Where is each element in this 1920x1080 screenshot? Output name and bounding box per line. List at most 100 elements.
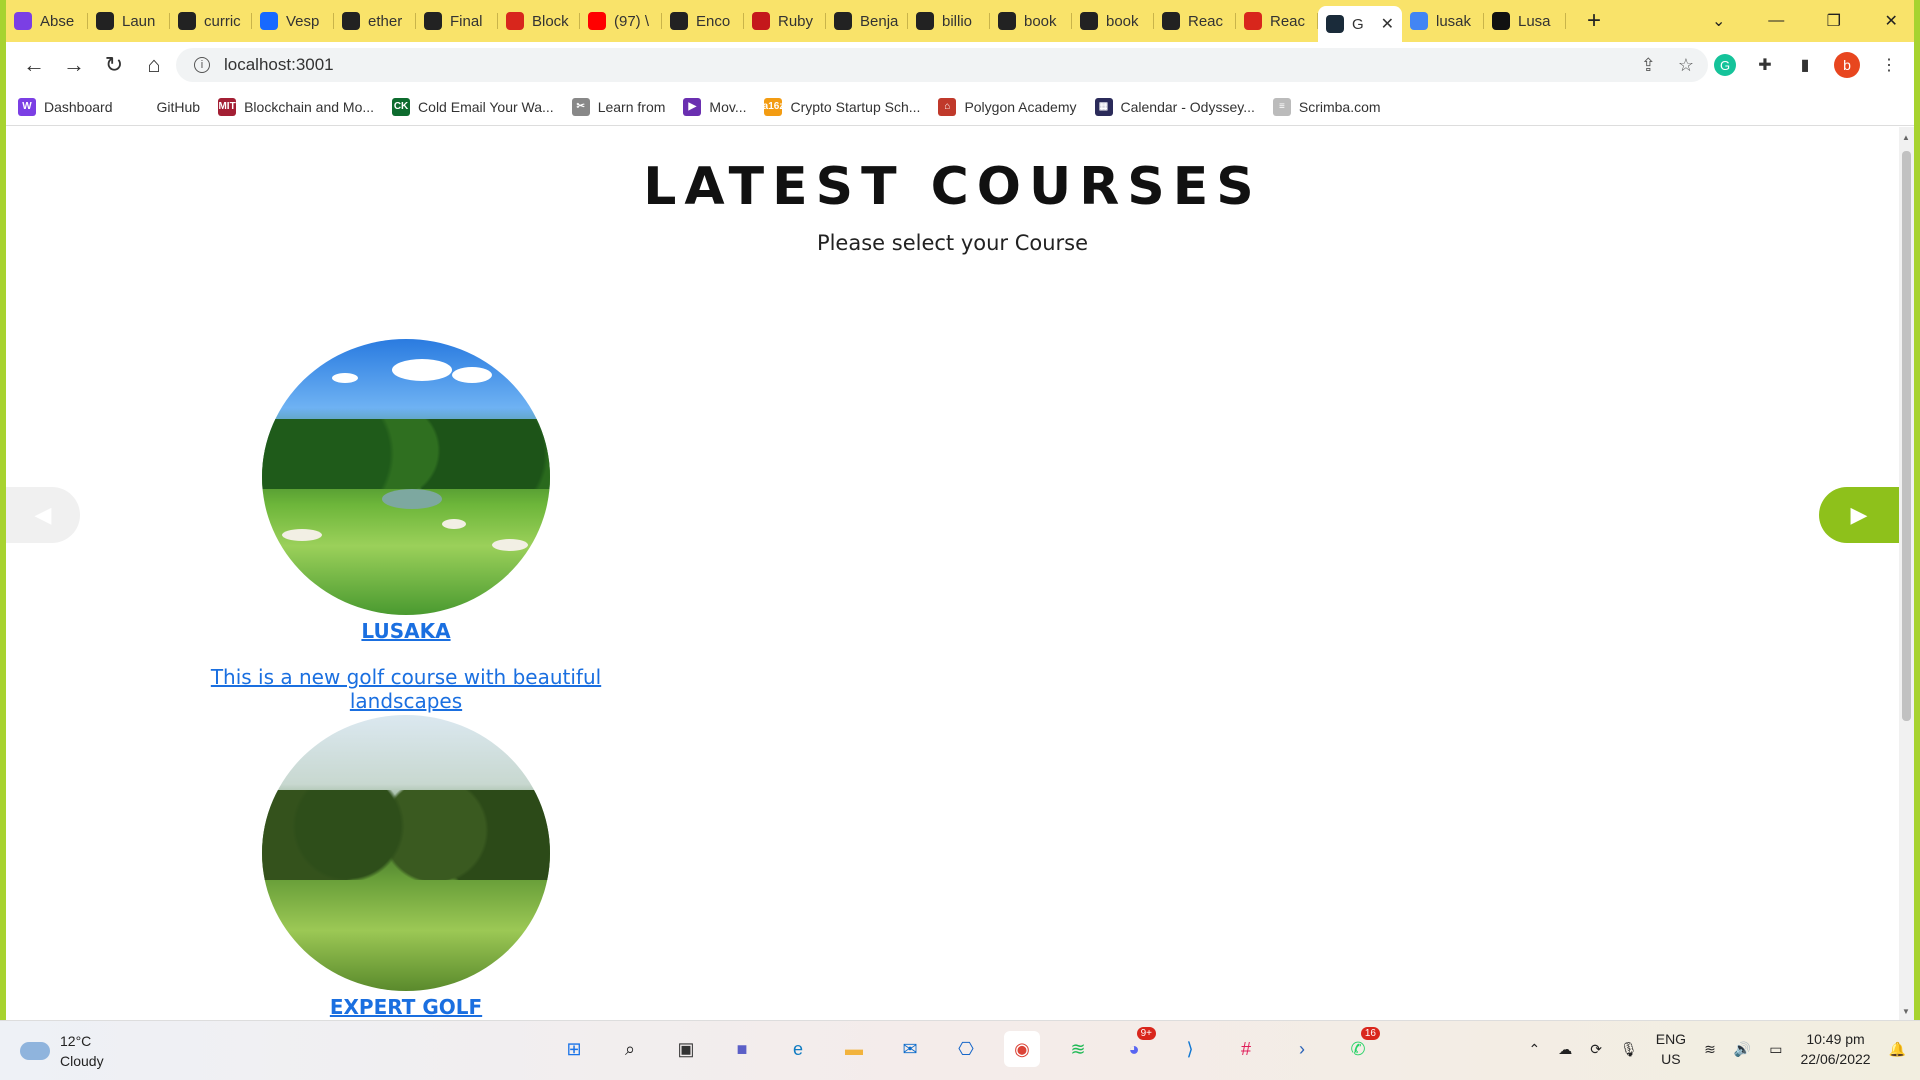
tab-favicon-icon	[506, 12, 524, 30]
discord-icon[interactable]: ◕ 9+	[1116, 1027, 1156, 1067]
spotify-icon[interactable]: ≋	[1060, 1031, 1096, 1067]
microphone-icon[interactable]: 🎙	[1620, 1041, 1638, 1058]
url-text[interactable]: localhost:3001	[224, 55, 334, 75]
bookmark-item[interactable]: a16z Crypto Startup Sch...	[763, 97, 920, 116]
home-icon[interactable]: ⌂	[134, 52, 174, 78]
taskbar-apps: ⊞ ⌕ ▣ ■ e ▬ ✉ ⎔ ◉ ≋ ◕ 9+ ⟩ # › ✆ 16	[556, 1027, 1380, 1067]
site-info-icon[interactable]: i	[194, 57, 210, 73]
notifications-icon[interactable]: 🔔	[1889, 1041, 1906, 1058]
chrome-icon[interactable]: ◉	[1004, 1031, 1040, 1067]
browser-tab[interactable]: Ruby	[744, 6, 826, 36]
bookmark-item[interactable]: ▶ Mov...	[683, 97, 746, 116]
browser-tab[interactable]: lusak	[1402, 6, 1484, 36]
menu-kebab-icon[interactable]: ⋮	[1878, 54, 1900, 76]
browser-tab[interactable]: (97) \	[580, 6, 662, 36]
tab-label: Lusa	[1518, 12, 1551, 30]
bookmark-star-icon[interactable]: ☆	[1678, 55, 1694, 76]
task-view-icon[interactable]: ▣	[668, 1031, 704, 1067]
scroll-down-icon[interactable]: ▼	[1902, 1007, 1910, 1016]
tab-favicon-icon	[588, 12, 606, 30]
volume-icon[interactable]: 🔊	[1734, 1041, 1751, 1058]
tab-label: lusak	[1436, 12, 1472, 30]
browser-tab[interactable]: book	[990, 6, 1072, 36]
browser-tab[interactable]: Final	[416, 6, 498, 36]
browser-tab[interactable]: Enco	[662, 6, 744, 36]
vscode-icon[interactable]: ⟩	[1172, 1031, 1208, 1067]
bookmark-label: Blockchain and Mo...	[244, 98, 375, 115]
grammarly-icon[interactable]: G	[1714, 54, 1736, 76]
bookmark-item[interactable]: GitHub	[130, 97, 200, 116]
tab-label: Final	[450, 12, 483, 30]
forward-arrow-icon[interactable]: →	[54, 52, 94, 78]
bookmark-item[interactable]: ✂ Learn from	[571, 97, 665, 116]
teams-icon[interactable]: ■	[724, 1031, 760, 1067]
start-icon[interactable]: ⊞	[556, 1031, 592, 1067]
weather-temperature: 12°C	[60, 1033, 92, 1049]
browser-tab[interactable]: book	[1072, 6, 1154, 36]
wifi-icon[interactable]: ≋	[1704, 1041, 1716, 1058]
edge-icon[interactable]: e	[780, 1031, 816, 1067]
bookmark-item[interactable]: MIT Blockchain and Mo...	[218, 97, 375, 116]
browser-tab[interactable]: Block	[498, 6, 580, 36]
extensions-icon[interactable]: ✚	[1754, 54, 1776, 76]
browser-tab[interactable]: Reac	[1154, 6, 1236, 36]
close-tab-icon[interactable]: ✕	[1381, 14, 1394, 34]
bookmark-item[interactable]: CK Cold Email Your Wa...	[392, 97, 554, 116]
course-card[interactable]: LUSAKA This is a new golf course with be…	[156, 339, 656, 713]
whatsapp-icon[interactable]: ✆ 16	[1340, 1027, 1380, 1067]
browser-tab[interactable]: curric	[170, 6, 252, 36]
bookmark-item[interactable]: ⌂ Polygon Academy	[938, 97, 1077, 116]
course-image-lusaka[interactable]	[262, 339, 550, 615]
course-description-link[interactable]: This is a new golf course with beautiful…	[156, 665, 656, 713]
file-explorer-icon[interactable]: ▬	[836, 1031, 872, 1067]
scrollbar-thumb[interactable]	[1902, 151, 1911, 721]
tab-label: book	[1106, 12, 1139, 30]
course-card[interactable]: EXPERT GOLF	[156, 715, 656, 1019]
onedrive-icon[interactable]: ☁	[1558, 1041, 1572, 1058]
bookmark-item[interactable]: ▦ Calendar - Odyssey...	[1094, 97, 1255, 116]
browser-tab[interactable]: billio	[908, 6, 990, 36]
course-title-link[interactable]: LUSAKA	[361, 619, 450, 643]
mail-icon[interactable]: ✉	[892, 1031, 928, 1067]
tab-label: Abse	[40, 12, 75, 30]
weather-widget[interactable]: 12°C Cloudy	[20, 1031, 104, 1071]
battery-icon[interactable]: ▭	[1769, 1041, 1782, 1058]
tab-favicon-icon	[1244, 12, 1262, 30]
store-icon[interactable]: ⎔	[948, 1031, 984, 1067]
language-indicator[interactable]: ENG US	[1656, 1029, 1686, 1069]
page-scrollbar[interactable]: ▲ ▼	[1899, 127, 1914, 1020]
browser-tab[interactable]: G ✕	[1318, 6, 1402, 42]
browser-tab[interactable]: Abse	[6, 6, 88, 36]
profile-avatar[interactable]: b	[1834, 52, 1860, 78]
close-window-button[interactable]: ✕	[1863, 11, 1920, 31]
reload-icon[interactable]: ↻	[94, 52, 134, 78]
minimize-button[interactable]: —	[1748, 12, 1806, 30]
side-panel-icon[interactable]: ▮	[1794, 54, 1816, 76]
new-tab-button[interactable]: +	[1574, 7, 1614, 35]
browser-tab[interactable]: Reac	[1236, 6, 1318, 36]
browser-tab[interactable]: Vesp	[252, 6, 334, 36]
course-image-expert-golf[interactable]	[262, 715, 550, 991]
slack-icon[interactable]: #	[1228, 1031, 1264, 1067]
carousel-prev-button[interactable]: ◀	[6, 487, 80, 543]
bookmark-item[interactable]: W Dashboard	[18, 97, 113, 116]
browser-tab[interactable]: Benja	[826, 6, 908, 36]
course-title-link[interactable]: EXPERT GOLF	[330, 995, 482, 1019]
show-hidden-icons-icon[interactable]: ⌃	[1528, 1041, 1540, 1058]
restore-button[interactable]: ❐	[1805, 11, 1863, 31]
search-icon[interactable]: ⌕	[612, 1031, 648, 1067]
bookmark-item[interactable]: ≡ Scrimba.com	[1272, 97, 1381, 116]
clock[interactable]: 10:49 pm 22/06/2022	[1800, 1029, 1870, 1069]
scroll-up-icon[interactable]: ▲	[1902, 133, 1910, 142]
sync-icon[interactable]: ⟳	[1590, 1041, 1602, 1058]
address-bar[interactable]: i localhost:3001 ⇪ ☆	[176, 48, 1708, 82]
back-arrow-icon[interactable]: ←	[14, 52, 54, 78]
tab-search-icon[interactable]: ⌄	[1690, 11, 1748, 31]
browser-tab[interactable]: ether	[334, 6, 416, 36]
powershell-icon[interactable]: ›	[1284, 1031, 1320, 1067]
tab-label: billio	[942, 12, 973, 30]
browser-tab[interactable]: Lusa	[1484, 6, 1566, 36]
browser-tab[interactable]: Laun	[88, 6, 170, 36]
carousel-next-button[interactable]: ▶	[1819, 487, 1899, 543]
share-icon[interactable]: ⇪	[1641, 55, 1656, 76]
